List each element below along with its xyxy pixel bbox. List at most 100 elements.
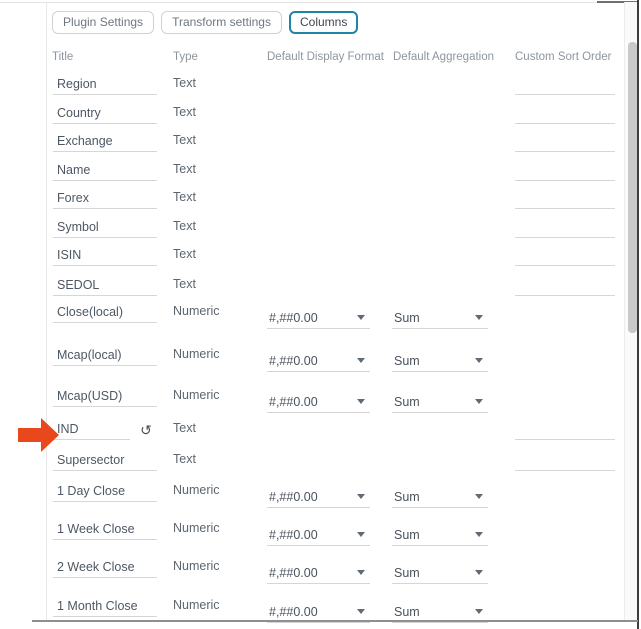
aggregation-value: Sum [394, 311, 420, 325]
column-header-custom-sort-order: Custom Sort Order [515, 51, 612, 63]
display-format-value: #,##0.00 [269, 566, 318, 580]
title-input[interactable] [53, 77, 157, 95]
aggregation-value: Sum [394, 354, 420, 368]
column-header-default-aggregation: Default Aggregation [393, 51, 495, 63]
custom-sort-input[interactable] [515, 453, 615, 471]
pointer-arrow-icon [18, 418, 59, 452]
chevron-down-icon [357, 532, 365, 537]
aggregation-dropdown[interactable]: Sum [392, 350, 488, 372]
column-header-title: Title [52, 51, 74, 63]
display-format-dropdown[interactable]: #,##0.00 [267, 350, 370, 372]
type-label: Text [173, 277, 196, 291]
column-row-1-day-close: Numeric #,##0.00 Sum [0, 478, 622, 508]
title-input[interactable] [53, 220, 157, 238]
aggregation-value: Sum [394, 528, 420, 542]
aggregation-dropdown[interactable]: Sum [392, 486, 488, 508]
aggregation-value: Sum [394, 490, 420, 504]
tab-columns[interactable]: Columns [288, 11, 359, 34]
custom-sort-input[interactable] [515, 163, 615, 181]
type-label: Numeric [173, 388, 220, 402]
column-row-isin: Text [0, 242, 622, 266]
column-row-close-local: Numeric #,##0.00 Sum [0, 299, 622, 329]
display-format-dropdown[interactable]: #,##0.00 [267, 391, 370, 413]
title-input[interactable] [53, 106, 157, 124]
custom-sort-input[interactable] [515, 248, 615, 266]
tab-transform-settings[interactable]: Transform settings [161, 11, 282, 34]
chevron-down-icon [475, 609, 483, 614]
chevron-down-icon [475, 315, 483, 320]
column-header-type: Type [173, 51, 198, 63]
column-row-exchange: Text [0, 128, 622, 152]
column-row-2-week-close: Numeric #,##0.00 Sum [0, 554, 622, 584]
title-input[interactable] [53, 453, 157, 471]
chevron-down-icon [357, 494, 365, 499]
title-input[interactable] [53, 484, 157, 502]
chevron-down-icon [357, 358, 365, 363]
type-label: Text [173, 247, 196, 261]
type-label: Text [173, 105, 196, 119]
chevron-down-icon [357, 315, 365, 320]
title-input[interactable] [53, 305, 157, 323]
title-input[interactable] [53, 422, 130, 440]
title-input[interactable] [53, 348, 157, 366]
undo-icon: ↺ [140, 422, 152, 438]
display-format-dropdown[interactable]: #,##0.00 [267, 562, 370, 584]
type-label: Numeric [173, 304, 220, 318]
display-format-dropdown[interactable]: #,##0.00 [267, 524, 370, 546]
chevron-down-icon [357, 609, 365, 614]
custom-sort-input[interactable] [515, 220, 615, 238]
chevron-down-icon [357, 399, 365, 404]
type-label: Text [173, 219, 196, 233]
revert-title-button[interactable]: ↺ [138, 422, 154, 439]
custom-sort-input[interactable] [515, 77, 615, 95]
type-label: Text [173, 421, 196, 435]
column-header-default-display-format: Default Display Format [267, 51, 384, 63]
settings-tab-bar: Plugin Settings Transform settings Colum… [52, 11, 359, 34]
column-row-1-week-close: Numeric #,##0.00 Sum [0, 516, 622, 546]
custom-sort-input[interactable] [515, 278, 615, 296]
type-label: Numeric [173, 347, 220, 361]
type-label: Numeric [173, 559, 220, 573]
custom-sort-input[interactable] [515, 106, 615, 124]
display-format-value: #,##0.00 [269, 395, 318, 409]
title-input[interactable] [53, 599, 157, 617]
title-input[interactable] [53, 522, 157, 540]
type-label: Text [173, 76, 196, 90]
title-input[interactable] [53, 560, 157, 578]
display-format-dropdown[interactable]: #,##0.00 [267, 307, 370, 329]
tab-plugin-settings[interactable]: Plugin Settings [52, 11, 155, 34]
vertical-scrollbar-thumb[interactable] [628, 42, 637, 333]
display-format-dropdown[interactable]: #,##0.00 [267, 486, 370, 508]
type-label: Text [173, 133, 196, 147]
aggregation-value: Sum [394, 395, 420, 409]
chevron-down-icon [357, 570, 365, 575]
aggregation-dropdown[interactable]: Sum [392, 391, 488, 413]
type-label: Numeric [173, 598, 220, 612]
aggregation-dropdown[interactable]: Sum [392, 562, 488, 584]
chevron-down-icon [475, 399, 483, 404]
column-row-mcap-usd: Numeric #,##0.00 Sum [0, 383, 622, 413]
column-row-mcap-local: Numeric #,##0.00 Sum [0, 342, 622, 372]
column-row-ind: ↺ Text [0, 416, 622, 440]
column-row-sedol: Text [0, 272, 622, 296]
title-input[interactable] [53, 134, 157, 152]
chevron-down-icon [475, 358, 483, 363]
display-format-value: #,##0.00 [269, 311, 318, 325]
panel-border-right [637, 0, 639, 629]
title-input[interactable] [53, 389, 157, 407]
type-label: Numeric [173, 521, 220, 535]
column-row-region: Text [0, 71, 622, 95]
aggregation-dropdown[interactable]: Sum [392, 524, 488, 546]
custom-sort-input[interactable] [515, 422, 615, 440]
custom-sort-input[interactable] [515, 134, 615, 152]
chevron-down-icon [475, 494, 483, 499]
title-input[interactable] [53, 191, 157, 209]
aggregation-value: Sum [394, 566, 420, 580]
title-input[interactable] [53, 163, 157, 181]
aggregation-dropdown[interactable]: Sum [392, 307, 488, 329]
custom-sort-input[interactable] [515, 191, 615, 209]
column-row-name: Text [0, 157, 622, 181]
title-input[interactable] [53, 248, 157, 266]
title-input[interactable] [53, 278, 157, 296]
column-row-supersector: Text [0, 447, 622, 471]
